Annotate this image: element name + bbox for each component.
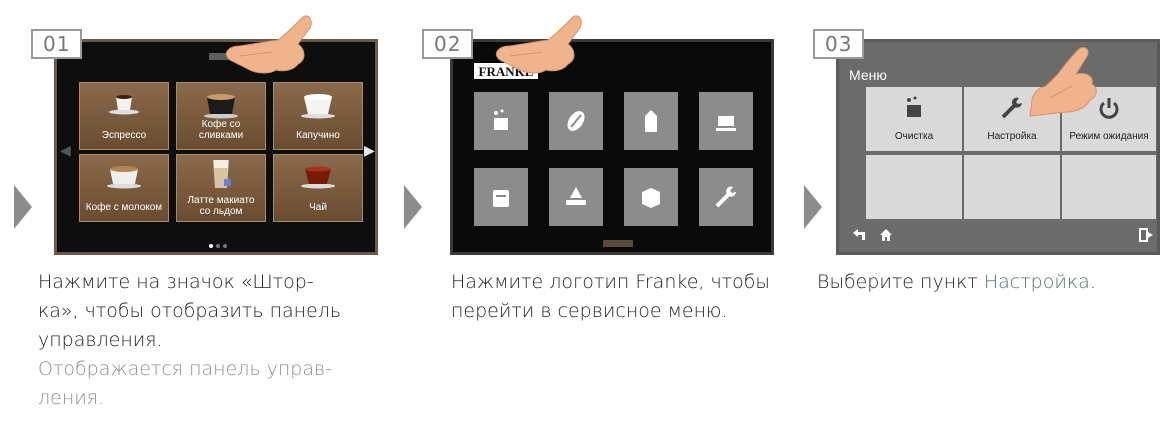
menu-tile-cleaning[interactable]: Очистка: [866, 87, 962, 151]
caption-line: Нажмите логотип Franke, чтобы: [451, 271, 770, 293]
step-number: 03: [813, 29, 865, 59]
exit-icon[interactable]: [1139, 228, 1155, 242]
drink-tile[interactable]: Кофе с молоком: [79, 154, 169, 222]
back-arrow-icon[interactable]: [851, 228, 867, 242]
shortcut-tile[interactable]: [699, 168, 753, 226]
box-icon: [642, 188, 660, 208]
result-line: Отображается панель управ-: [38, 358, 332, 380]
caption-line: управления.: [38, 329, 163, 351]
shortcut-tile[interactable]: [474, 168, 528, 226]
drip-tray-icon: [566, 187, 586, 205]
espresso-cup-icon: [109, 95, 139, 115]
cup-icon: [716, 116, 736, 131]
menu-tile-empty: [964, 155, 1060, 219]
shortcut-tile[interactable]: [549, 92, 603, 150]
left-arrow-icon[interactable]: ◀: [60, 142, 71, 159]
latte-glass-icon: [213, 160, 231, 188]
drink-tile[interactable]: Латте макиато со льдом: [176, 154, 266, 222]
step-2-caption: Нажмите логотип Franke, чтобы перейти в …: [451, 268, 791, 326]
shortcut-tile[interactable]: [474, 92, 528, 150]
drink-label: Кофе с молоком: [85, 202, 163, 213]
cleaning-icon: [494, 109, 508, 130]
coffee-milk-cup-icon: [107, 166, 141, 189]
highlight-term: Настройка: [983, 271, 1090, 293]
pointing-hand-icon: [495, 15, 582, 74]
right-arrow-icon[interactable]: ▶: [364, 142, 375, 159]
home-icon[interactable]: [879, 228, 893, 242]
tea-cup-icon: [301, 166, 335, 189]
step-number: 02: [422, 29, 474, 59]
caption-line: перейти в сервисное меню.: [451, 300, 728, 322]
coffee-bean-icon: [567, 111, 585, 131]
shade-handle[interactable]: [603, 240, 633, 247]
drink-tile[interactable]: Чай: [273, 154, 363, 222]
page-indicator: [209, 235, 230, 252]
step-3-caption: Выберите пункт Настройка.: [817, 268, 1157, 297]
screen-service-menu: Меню Очистка Настройка Режим ожидания: [836, 39, 1160, 255]
drink-label: Эспрессо: [101, 130, 147, 141]
container-icon: [493, 190, 509, 207]
caption-text: Выберите пункт: [817, 271, 984, 293]
caption-line: Нажмите на значок «Штор-: [38, 271, 314, 293]
drink-label: Латте макиато со льдом: [187, 195, 255, 217]
drink-label: Капучино: [296, 130, 340, 141]
shortcut-tile[interactable]: [624, 92, 678, 150]
result-line: ления.: [38, 387, 105, 409]
step-number: 01: [31, 29, 83, 59]
shortcut-tile[interactable]: [624, 168, 678, 226]
cleaning-icon: [907, 96, 921, 117]
step-arrow-icon: [14, 185, 32, 229]
menu-tile-empty: [866, 155, 962, 219]
drink-label: Кофе со сливками: [198, 119, 244, 141]
pointing-hand-icon: [1029, 47, 1097, 117]
drink-tile[interactable]: Капучино: [273, 82, 363, 150]
shortcut-tile[interactable]: [699, 92, 753, 150]
step-arrow-icon: [404, 185, 422, 229]
menu-tile-empty: [1062, 155, 1156, 219]
step-arrow-icon: [804, 185, 822, 229]
wrench-icon: [715, 186, 736, 208]
coffee-cream-cup-icon: [204, 94, 238, 119]
tile-label: Режим ожидания: [1069, 131, 1149, 142]
drink-tile[interactable]: Эспрессо: [79, 82, 169, 150]
drink-label: Чай: [309, 202, 327, 213]
tile-label: Настройка: [987, 131, 1037, 142]
menu-title: Меню: [849, 67, 887, 83]
pointing-hand-icon: [225, 15, 312, 74]
caption-text: .: [1089, 271, 1096, 293]
shortcut-tile[interactable]: [549, 168, 603, 226]
milk-carton-icon: [645, 110, 657, 132]
step-1-caption: Нажмите на значок «Штор- ка», чтобы отоб…: [38, 268, 358, 413]
caption-line: ка», чтобы отобразить панель: [38, 300, 342, 322]
tile-label: Очистка: [894, 131, 934, 142]
drink-tile[interactable]: Кофе со сливками: [176, 82, 266, 150]
cappuccino-cup-icon: [301, 94, 335, 119]
